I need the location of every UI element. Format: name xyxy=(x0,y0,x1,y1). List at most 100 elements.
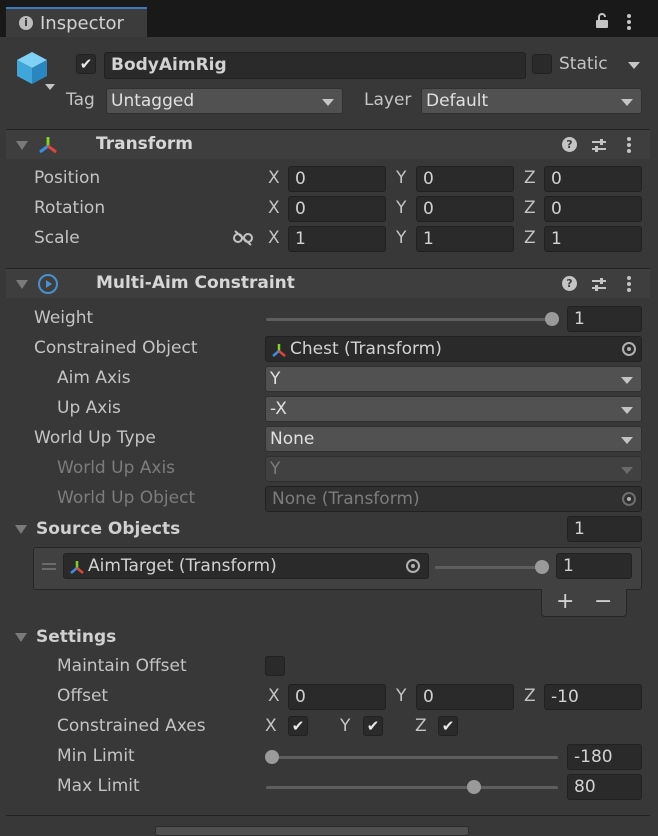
source-weight-slider-thumb[interactable] xyxy=(535,560,549,574)
offset-y-label: Y xyxy=(396,686,407,706)
offset-z-field[interactable]: -10 xyxy=(544,684,642,710)
help-icon[interactable]: ? xyxy=(562,137,577,152)
object-picker-icon[interactable] xyxy=(406,559,420,573)
weight-field[interactable]: 1 xyxy=(567,306,642,332)
constrained-axis-y-label: Y xyxy=(340,716,351,736)
aim-axis-dropdown[interactable]: Y xyxy=(265,366,642,392)
maintain-offset-label: Maintain Offset xyxy=(57,656,187,676)
scale-y-field[interactable]: 1 xyxy=(416,226,514,252)
constraint-play-icon xyxy=(38,274,58,294)
position-y-field[interactable]: 0 xyxy=(416,166,514,192)
weight-slider-thumb[interactable] xyxy=(545,312,559,326)
rotation-y-label: Y xyxy=(396,198,407,218)
scale-x-field[interactable]: 1 xyxy=(288,226,386,252)
object-name-input[interactable]: BodyAimRig xyxy=(104,52,526,79)
rotation-z-label: Z xyxy=(524,198,536,218)
aim-axis-label: Aim Axis xyxy=(57,368,131,388)
add-item-button[interactable]: + xyxy=(556,589,574,614)
world-up-axis-dropdown: Y xyxy=(265,456,642,482)
icon-dropdown-arrow-icon[interactable] xyxy=(45,84,55,90)
info-icon: i xyxy=(19,16,33,30)
list-add-remove-bar xyxy=(541,589,627,617)
position-y-label: Y xyxy=(396,168,407,188)
static-checkbox[interactable] xyxy=(532,54,552,74)
offset-y-field[interactable]: 0 xyxy=(416,684,514,710)
rotation-x-field[interactable]: 0 xyxy=(288,196,386,222)
settings-title: Settings xyxy=(36,627,117,647)
source-objects-foldout-icon[interactable] xyxy=(15,525,27,534)
min-limit-slider-track[interactable] xyxy=(266,756,558,759)
aim-axis-value: Y xyxy=(270,369,281,389)
up-axis-value: -X xyxy=(270,399,287,419)
remove-item-button[interactable]: − xyxy=(594,589,612,614)
multi-aim-constraint-header[interactable]: Multi-Aim Constraint ? xyxy=(6,268,650,298)
up-axis-dropdown[interactable]: -X xyxy=(265,396,642,422)
tag-dropdown[interactable]: Untagged xyxy=(106,88,343,114)
layer-dropdown[interactable]: Default xyxy=(421,88,642,114)
constrained-object-label: Constrained Object xyxy=(34,338,198,358)
settings-foldout-icon[interactable] xyxy=(15,633,27,642)
source-weight-slider-track[interactable] xyxy=(435,566,545,569)
static-dropdown-arrow-icon[interactable] xyxy=(628,62,640,69)
constrained-object-field[interactable]: Chest (Transform) xyxy=(265,336,642,362)
weight-slider-track[interactable] xyxy=(266,318,556,321)
min-limit-label: Min Limit xyxy=(57,746,135,766)
tab-inspector[interactable]: i Inspector xyxy=(6,7,147,37)
tab-menu-kebab-icon[interactable] xyxy=(627,20,631,24)
up-axis-label: Up Axis xyxy=(57,398,121,418)
offset-x-label: X xyxy=(268,686,280,706)
rotation-z-field[interactable]: 0 xyxy=(544,196,642,222)
presets-icon[interactable] xyxy=(591,138,607,152)
chevron-down-icon xyxy=(621,377,633,384)
chevron-down-icon xyxy=(621,407,633,414)
offset-z-label: Z xyxy=(524,686,536,706)
min-limit-slider-thumb[interactable] xyxy=(265,750,279,764)
constrained-axis-x-checkbox[interactable]: ✔ xyxy=(288,716,308,736)
position-label: Position xyxy=(34,168,101,188)
tag-value: Untagged xyxy=(111,91,195,111)
world-up-axis-value: Y xyxy=(270,459,281,479)
max-limit-slider-track[interactable] xyxy=(266,786,558,789)
add-component-button[interactable] xyxy=(155,826,469,836)
foldout-arrow-icon[interactable] xyxy=(16,141,28,150)
constrained-object-value: Chest (Transform) xyxy=(290,339,442,359)
help-icon[interactable]: ? xyxy=(562,276,577,291)
chevron-down-icon xyxy=(621,437,633,444)
unlinked-scale-icon[interactable] xyxy=(233,230,253,246)
position-z-field[interactable]: 0 xyxy=(544,166,642,192)
source-weight-field[interactable]: 1 xyxy=(556,553,632,579)
foldout-arrow-icon[interactable] xyxy=(16,280,28,289)
weight-label: Weight xyxy=(34,308,94,328)
drag-handle-icon[interactable] xyxy=(42,563,56,565)
position-x-field[interactable]: 0 xyxy=(288,166,386,192)
world-up-type-label: World Up Type xyxy=(34,428,156,448)
scale-z-field[interactable]: 1 xyxy=(544,226,642,252)
scale-z-label: Z xyxy=(524,228,536,248)
layer-label: Layer xyxy=(364,90,412,110)
lock-icon[interactable] xyxy=(595,13,609,29)
source-object-field[interactable]: AimTarget (Transform) xyxy=(63,553,429,579)
constrained-axis-z-checkbox[interactable]: ✔ xyxy=(438,716,458,736)
source-objects-count-field[interactable]: 1 xyxy=(567,516,642,542)
tag-label: Tag xyxy=(66,90,95,110)
presets-icon[interactable] xyxy=(591,277,607,291)
max-limit-field[interactable]: 80 xyxy=(567,774,642,800)
maintain-offset-checkbox[interactable] xyxy=(265,656,285,676)
component-menu-kebab-icon[interactable] xyxy=(627,143,631,147)
world-up-type-dropdown[interactable]: None xyxy=(265,426,642,452)
section-divider xyxy=(6,815,650,816)
offset-x-field[interactable]: 0 xyxy=(288,684,386,710)
active-checkbox[interactable]: ✔ xyxy=(76,54,96,74)
chevron-down-icon xyxy=(621,467,633,474)
constrained-axis-y-checkbox[interactable]: ✔ xyxy=(363,716,383,736)
object-picker-icon[interactable] xyxy=(622,342,636,356)
scale-y-label: Y xyxy=(396,228,407,248)
chevron-down-icon xyxy=(621,99,633,106)
source-object-value: AimTarget (Transform) xyxy=(88,556,277,576)
min-limit-field[interactable]: -180 xyxy=(567,744,642,770)
transform-icon xyxy=(272,344,286,357)
position-x-label: X xyxy=(268,168,280,188)
transform-header[interactable]: Transform ? xyxy=(6,129,650,159)
component-menu-kebab-icon[interactable] xyxy=(627,282,631,286)
rotation-y-field[interactable]: 0 xyxy=(416,196,514,222)
